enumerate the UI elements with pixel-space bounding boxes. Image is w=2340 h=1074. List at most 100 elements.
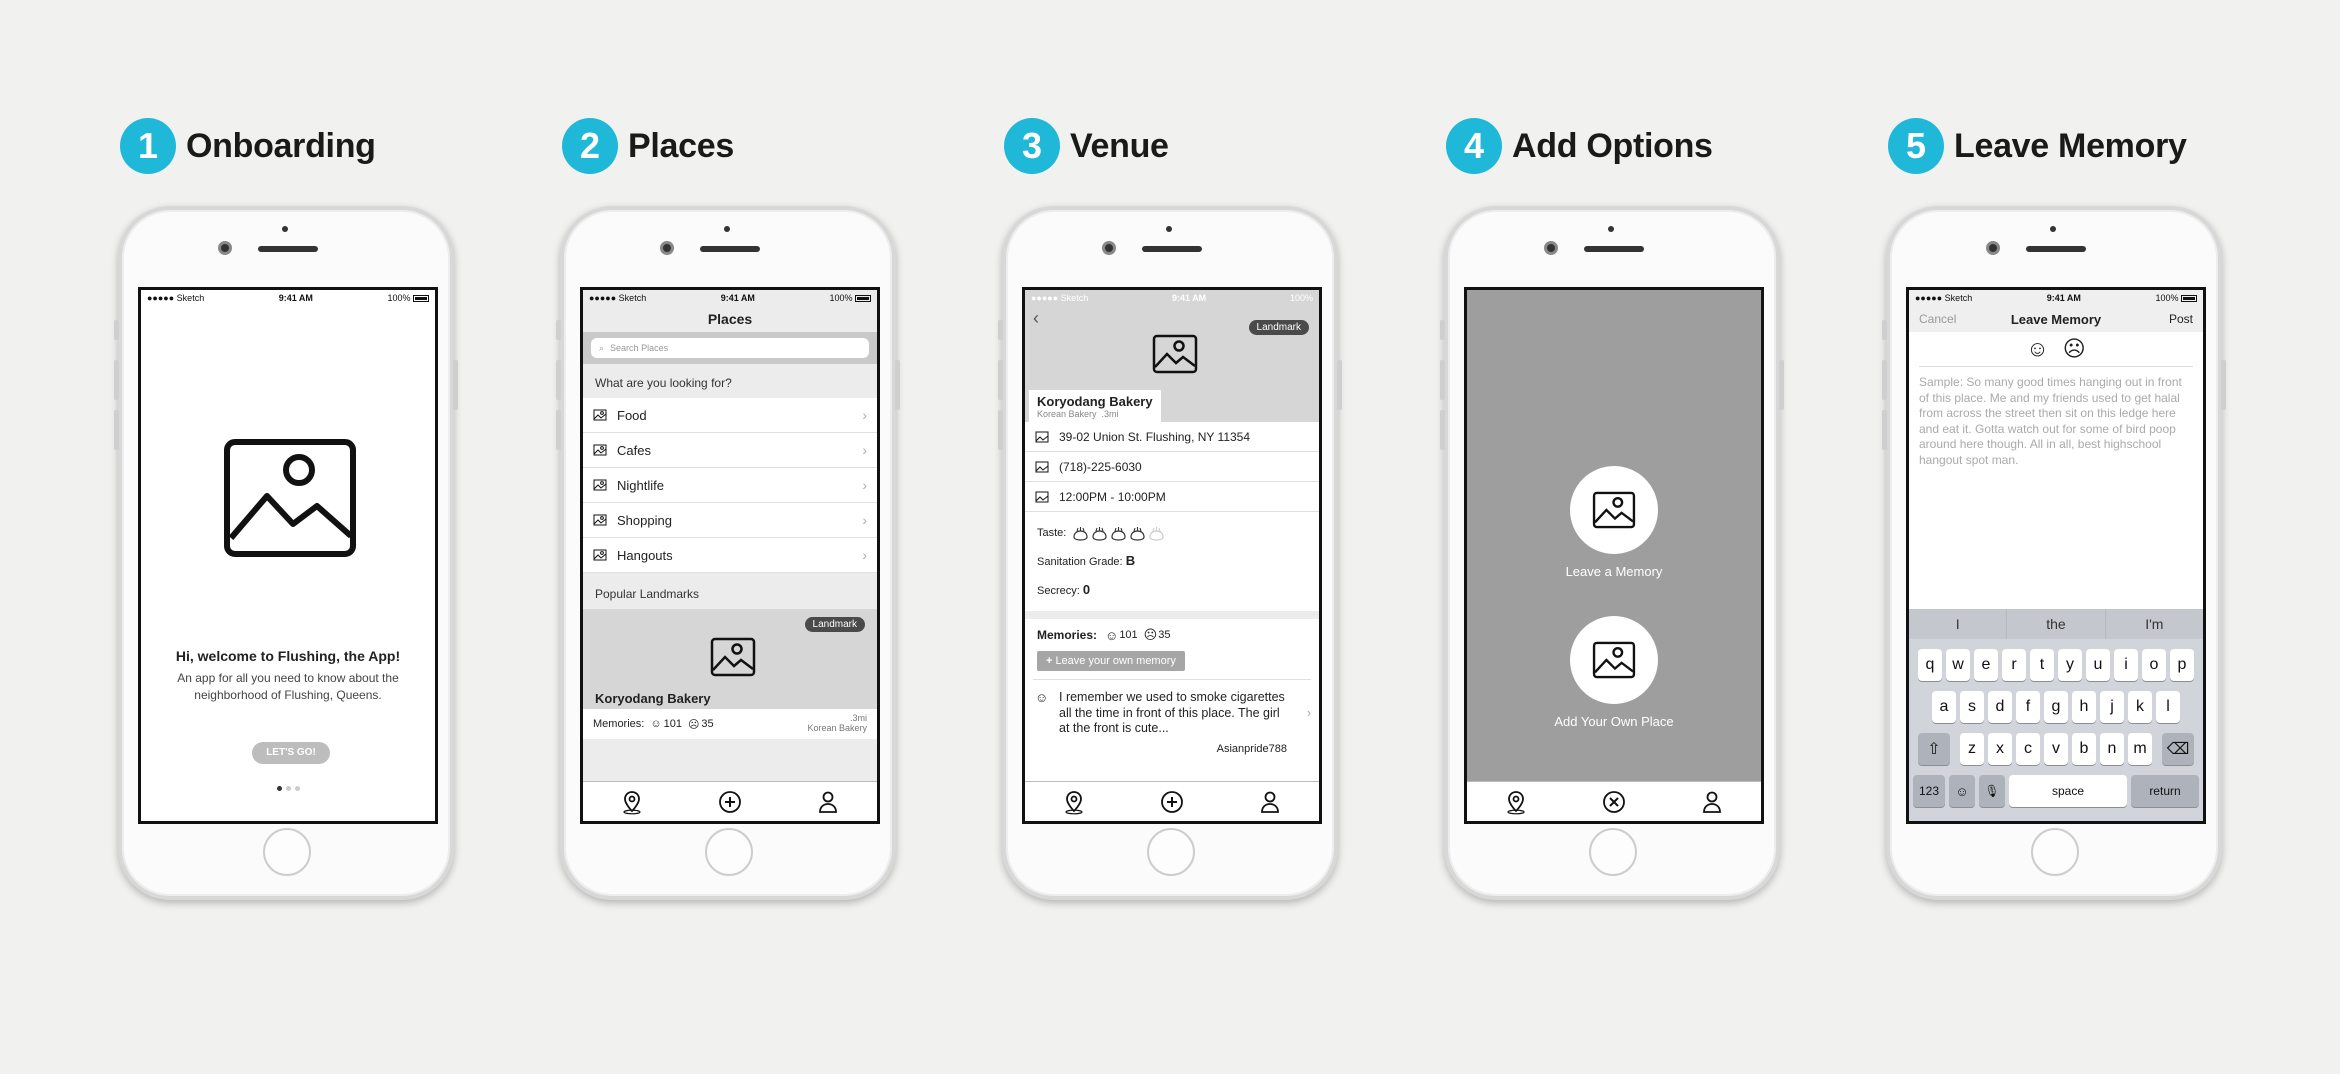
frown-icon: ☹ [687, 718, 700, 731]
key-i[interactable]: i [2114, 649, 2138, 681]
step-number-badge: 3 [1004, 118, 1060, 174]
shift-key[interactable]: ⇧ [1918, 733, 1950, 765]
memory-list-item[interactable]: ☺ › I remember we used to smoke cigarett… [1033, 679, 1311, 759]
key-z[interactable]: z [1960, 733, 1984, 765]
add-place-option[interactable]: Add Your Own Place [1467, 616, 1761, 729]
address-row[interactable]: 39-02 Union St. Flushing, NY 11354 [1025, 422, 1319, 452]
key-y[interactable]: y [2058, 649, 2082, 681]
home-button[interactable] [705, 828, 753, 876]
key-w[interactable]: w [1946, 649, 1970, 681]
suggestion-item[interactable]: the [2007, 609, 2106, 639]
key-d[interactable]: d [1988, 691, 2012, 723]
key-j[interactable]: j [2100, 691, 2124, 723]
map-pin-tab-icon[interactable] [1503, 789, 1529, 815]
category-item[interactable]: Shopping › [583, 503, 877, 538]
key-s[interactable]: s [1960, 691, 1984, 723]
category-item[interactable]: Food › [583, 398, 877, 433]
leave-memory-option[interactable]: Leave a Memory [1467, 466, 1761, 579]
key-b[interactable]: b [2072, 733, 2096, 765]
onboarding-screen: ●●●●● Sketch 9:41 AM 100% Hi, welcome to… [138, 287, 438, 824]
add-tab-icon[interactable] [717, 789, 743, 815]
phone-mockup: ●●●●● Sketch 9:41 AM 100% Cancel Leave M… [1882, 206, 2226, 900]
venue-category: Korean Bakery [807, 723, 867, 733]
venue-address: 39-02 Union St. Flushing, NY 11354 [1059, 429, 1251, 444]
key-o[interactable]: o [2142, 649, 2166, 681]
memory-text-field[interactable]: Sample: So many good times hanging out i… [1909, 367, 2203, 477]
category-item[interactable]: Hangouts › [583, 538, 877, 573]
post-button[interactable]: Post [2169, 312, 2193, 326]
leave-memory-screen: ●●●●● Sketch 9:41 AM 100% Cancel Leave M… [1906, 287, 2206, 824]
image-small-icon [593, 549, 607, 561]
home-button[interactable] [263, 828, 311, 876]
backspace-key[interactable]: ⌫ [2162, 733, 2194, 765]
back-chevron-icon[interactable]: ‹ [1033, 308, 1039, 329]
suggestion-item[interactable]: I [1909, 609, 2008, 639]
key-u[interactable]: u [2086, 649, 2110, 681]
key-a[interactable]: a [1932, 691, 1956, 723]
search-input[interactable]: ⌕ Search Places [591, 338, 869, 358]
card-footer: Memories: ☺ 101 ☹ 35 .3mi Korean Bakery [583, 709, 877, 739]
profile-tab-icon[interactable] [1257, 789, 1283, 815]
phone-row[interactable]: (718)-225-6030 [1025, 452, 1319, 482]
lets-go-button[interactable]: LET'S GO! [252, 742, 330, 764]
key-t[interactable]: t [2030, 649, 2054, 681]
key-h[interactable]: h [2072, 691, 2096, 723]
key-f[interactable]: f [2016, 691, 2040, 723]
microphone-key[interactable]: 🎙 [1979, 775, 2005, 807]
happy-face-icon[interactable]: ☺ [2026, 336, 2048, 362]
map-pin-tab-icon[interactable] [1061, 789, 1087, 815]
phone-mockup: ●●●●● Sketch 9:41 AM 100% Hi, welcome to… [114, 206, 458, 900]
profile-tab-icon[interactable] [815, 789, 841, 815]
step-title: Leave Memory [1954, 126, 2187, 165]
key-c[interactable]: c [2016, 733, 2040, 765]
sanitation-grade: B [1125, 553, 1136, 568]
cancel-button[interactable]: Cancel [1919, 312, 1956, 326]
add-tab-icon[interactable] [1159, 789, 1185, 815]
key-q[interactable]: q [1918, 649, 1942, 681]
return-key[interactable]: return [2131, 775, 2199, 807]
key-g[interactable]: g [2044, 691, 2068, 723]
category-label: Shopping [617, 512, 672, 528]
smile-icon: ☺ [1035, 690, 1049, 705]
home-button[interactable] [1147, 828, 1195, 876]
close-tab-icon[interactable] [1601, 789, 1627, 815]
category-list: Food › Cafes › Nightlife › Shopping › Hangouts › [583, 398, 877, 573]
status-carrier: ●●●●● Sketch [589, 293, 647, 303]
key-e[interactable]: e [1974, 649, 1998, 681]
leave-memory-button[interactable]: + Leave your own memory [1037, 651, 1185, 671]
key-v[interactable]: v [2044, 733, 2068, 765]
category-item[interactable]: Nightlife › [583, 468, 877, 503]
venue-screen: ●●●●● Sketch 9:41 AM 100% ‹ Landmark Kor… [1022, 287, 1322, 824]
image-placeholder-icon [1592, 641, 1636, 679]
angry-face-icon[interactable]: ☹ [2063, 336, 2086, 362]
key-l[interactable]: l [2156, 691, 2180, 723]
key-m[interactable]: m [2128, 733, 2152, 765]
landmark-card[interactable]: Landmark Koryodang Bakery [583, 609, 877, 709]
profile-tab-icon[interactable] [1699, 789, 1725, 815]
taste-rating [1072, 525, 1165, 542]
venue-header: ●●●●● Sketch 9:41 AM 100% ‹ Landmark Kor… [1025, 290, 1319, 422]
image-placeholder-icon [1592, 491, 1636, 529]
map-pin-tab-icon[interactable] [619, 789, 645, 815]
key-x[interactable]: x [1988, 733, 2012, 765]
key-p[interactable]: p [2170, 649, 2194, 681]
key-r[interactable]: r [2002, 649, 2026, 681]
key-k[interactable]: k [2128, 691, 2152, 723]
suggestion-item[interactable]: I'm [2106, 609, 2203, 639]
key-n[interactable]: n [2100, 733, 2124, 765]
chevron-right-icon: › [862, 442, 867, 458]
numbers-key[interactable]: 123 [1913, 775, 1945, 807]
image-small-icon [1035, 431, 1049, 442]
secrecy-label: Secrecy: [1037, 585, 1080, 597]
category-item[interactable]: Cafes › [583, 433, 877, 468]
keyboard-row-1: qwertyuiop [1909, 649, 2203, 681]
home-button[interactable] [2031, 828, 2079, 876]
step-onboarding: 1 Onboarding ●●●●● Sketch 9:41 AM 100% H… [114, 0, 458, 1074]
status-carrier: ●●●●● Sketch [1915, 293, 1973, 303]
emoji-key[interactable]: ☺ [1949, 775, 1975, 807]
ratings-block: Taste: Sanitation Grade: B Secrecy: 0 [1025, 512, 1319, 619]
space-key[interactable]: space [2009, 775, 2127, 807]
image-small-icon [593, 514, 607, 526]
leave-memory-label: Leave your own memory [1055, 655, 1176, 667]
home-button[interactable] [1589, 828, 1637, 876]
